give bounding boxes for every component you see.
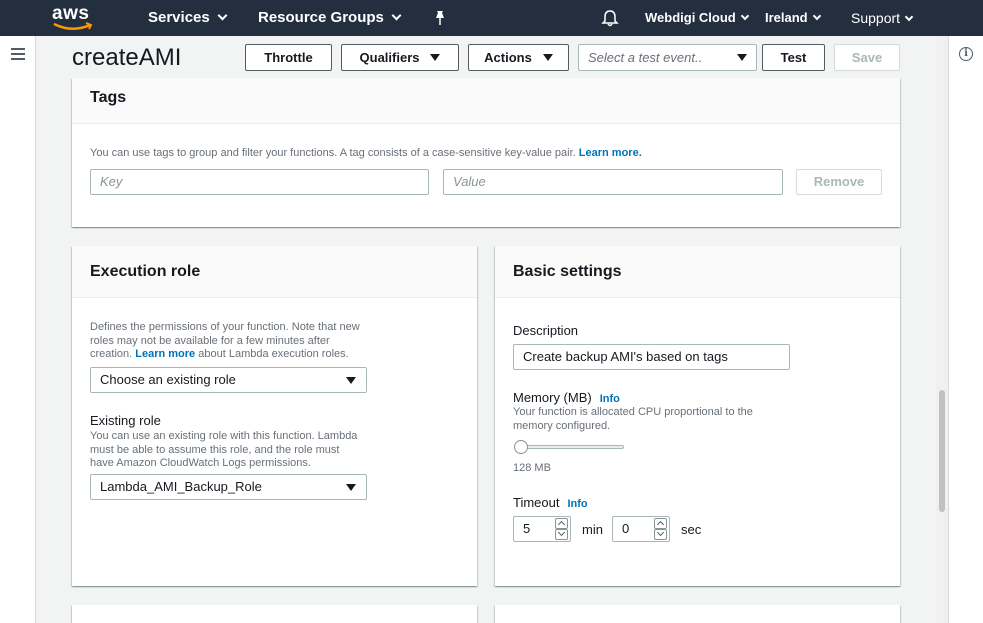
basic-settings-title: Basic settings	[513, 263, 622, 280]
info-icon[interactable]: i	[959, 47, 973, 61]
timeout-min-value: 5	[523, 521, 531, 536]
aws-logo[interactable]: aws	[52, 3, 96, 33]
memory-help: Your function is allocated CPU proportio…	[513, 406, 813, 433]
memory-value: 128 MB	[513, 462, 551, 474]
decrement-icon[interactable]	[555, 529, 568, 540]
chevron-down-icon	[217, 10, 228, 21]
tags-title: Tags	[90, 89, 127, 106]
existing-role-label: Existing role	[90, 413, 161, 428]
memory-info-link[interactable]: Info	[600, 393, 620, 405]
chevron-down-icon	[391, 10, 402, 21]
services-label: Services	[148, 9, 210, 26]
description-label: Description	[513, 323, 579, 338]
caret-down-icon	[430, 54, 441, 61]
timeout-label-row: Timeout Info	[513, 495, 588, 510]
save-button[interactable]: Save	[834, 44, 900, 71]
execution-role-description: Defines the permissions of your function…	[90, 321, 390, 362]
tags-panel-header	[72, 78, 900, 124]
existing-role-value: Lambda_AMI_Backup_Role	[100, 479, 262, 494]
memory-slider-thumb[interactable]	[514, 440, 528, 454]
memory-slider-track[interactable]	[516, 445, 624, 449]
memory-help-line1: Your function is allocated CPU proportio…	[513, 406, 753, 418]
chevron-down-icon	[740, 11, 749, 21]
chevron-down-icon	[812, 11, 821, 21]
timeout-sec-value: 0	[622, 521, 630, 536]
description-input[interactable]: Create backup AMI's based on tags	[513, 344, 790, 370]
execution-role-desc-line2: roles may not be available for a few min…	[90, 334, 330, 347]
region-menu[interactable]: Ireland	[765, 10, 821, 25]
timeout-sec-unit: sec	[681, 522, 702, 537]
tags-description: You can use tags to group and filter you…	[90, 147, 642, 161]
increment-icon[interactable]	[555, 518, 568, 529]
chevron-down-icon	[904, 12, 914, 22]
existing-role-help-line1: You can use an existing role with this f…	[90, 430, 358, 442]
tags-description-text: You can use tags to group and filter you…	[90, 147, 576, 159]
lower-right-panel	[495, 605, 900, 623]
test-event-select[interactable]: Select a test event..	[578, 44, 757, 71]
caret-down-icon	[346, 484, 356, 491]
lower-left-panel	[72, 605, 477, 623]
actions-button[interactable]: Actions	[468, 44, 569, 71]
timeout-min-stepper[interactable]: 5	[513, 516, 571, 542]
left-sidebar	[0, 36, 36, 623]
increment-icon[interactable]	[654, 518, 667, 529]
caret-down-icon	[346, 377, 356, 384]
execution-role-title: Execution role	[90, 263, 201, 280]
tag-key-input[interactable]: Key	[90, 169, 429, 195]
app-root: aws Services Resource Groups Webdigi Clo…	[0, 0, 983, 623]
resource-groups-menu[interactable]: Resource Groups	[258, 9, 402, 26]
execution-role-learn-more-link[interactable]: Learn more	[135, 348, 195, 360]
role-choice-value: Choose an existing role	[100, 372, 236, 387]
role-choice-select[interactable]: Choose an existing role	[90, 367, 367, 393]
function-name: createAMI	[72, 44, 182, 71]
timeout-label: Timeout	[513, 495, 560, 510]
resource-groups-label: Resource Groups	[258, 9, 384, 26]
support-menu[interactable]: Support	[851, 10, 914, 26]
timeout-min-unit: min	[582, 522, 603, 537]
remove-tag-button[interactable]: Remove	[796, 169, 882, 195]
tag-value-input[interactable]: Value	[443, 169, 783, 195]
support-label: Support	[851, 10, 901, 26]
test-event-placeholder: Select a test event..	[588, 50, 703, 65]
actions-label: Actions	[484, 50, 532, 65]
account-label: Webdigi Cloud	[645, 10, 736, 25]
caret-down-icon	[542, 54, 553, 61]
top-nav: aws Services Resource Groups Webdigi Clo…	[0, 0, 983, 36]
timeout-info-link[interactable]: Info	[567, 498, 587, 510]
basic-settings-panel: Basic settings Description Create backup…	[495, 246, 900, 586]
services-menu[interactable]: Services	[148, 9, 228, 26]
memory-label: Memory (MB)	[513, 390, 592, 405]
execution-role-desc-line3: creation.	[90, 348, 133, 360]
timeout-sec-stepper[interactable]: 0	[612, 516, 670, 542]
caret-down-icon	[737, 54, 747, 61]
tags-panel: Tags You can use tags to group and filte…	[72, 78, 900, 227]
test-button[interactable]: Test	[762, 44, 825, 71]
decrement-icon[interactable]	[654, 529, 667, 540]
right-sidebar	[948, 36, 983, 623]
menu-icon[interactable]	[11, 48, 25, 60]
throttle-button[interactable]: Throttle	[245, 44, 332, 71]
existing-role-help-line2: must be able to assume this role, and th…	[90, 443, 340, 456]
pin-icon[interactable]	[433, 10, 447, 26]
memory-help-line2: memory configured.	[513, 419, 611, 432]
execution-role-desc-line3-end: about Lambda execution roles.	[198, 348, 349, 360]
existing-role-select[interactable]: Lambda_AMI_Backup_Role	[90, 474, 367, 500]
memory-label-row: Memory (MB) Info	[513, 390, 620, 405]
bell-icon[interactable]	[601, 9, 619, 27]
execution-role-desc-line1: Defines the permissions of your function…	[90, 321, 360, 333]
scrollbar-thumb[interactable]	[939, 390, 945, 512]
qualifiers-label: Qualifiers	[359, 50, 420, 65]
account-menu[interactable]: Webdigi Cloud	[645, 10, 749, 25]
aws-smile-icon	[53, 22, 93, 30]
tags-learn-more-link[interactable]: Learn more.	[579, 147, 642, 159]
qualifiers-button[interactable]: Qualifiers	[341, 44, 459, 71]
execution-role-panel: Execution role Defines the permissions o…	[72, 246, 477, 586]
existing-role-help-line3: have Amazon CloudWatch Logs permissions.	[90, 457, 311, 469]
scrollbar[interactable]	[936, 36, 948, 623]
region-label: Ireland	[765, 10, 808, 25]
existing-role-help: You can use an existing role with this f…	[90, 430, 390, 471]
